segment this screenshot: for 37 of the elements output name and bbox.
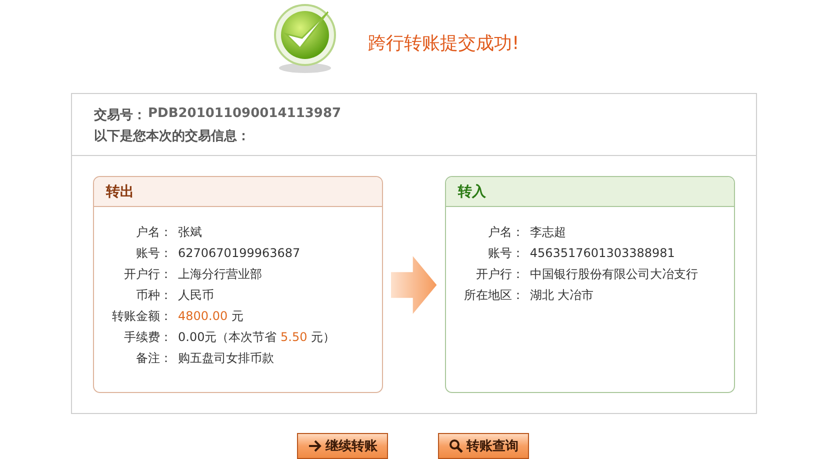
field-value: 上海分行营业部 (178, 267, 262, 281)
info-note: 以下是您本次的交易信息： (94, 128, 251, 145)
success-title: 跨行转账提交成功! (368, 32, 520, 55)
field-value: 元） (311, 330, 336, 344)
field-value: 0.00元（本次节省 (178, 330, 277, 344)
query-button[interactable]: 转账查询 (438, 433, 529, 459)
search-icon (448, 439, 462, 453)
field-value: 湖北 大冶市 (530, 288, 594, 302)
continue-button[interactable]: 继续转账 (297, 433, 388, 459)
field-label: 开户行： (123, 266, 172, 282)
field-value: 人民币 (178, 288, 214, 302)
field-label: 户名： (486, 224, 524, 240)
field-label: 户名： (135, 224, 172, 240)
field-value: 购五盘司女排币款 (178, 351, 274, 365)
field-label: 账号： (486, 245, 524, 261)
field-label: 账号： (135, 245, 172, 261)
amount-value: 4800.00 (178, 309, 228, 323)
field-label: 手续费： (123, 329, 172, 345)
right-arrow-icon (391, 256, 437, 314)
field-value: 中国银行股份有限公司大冶支行 (530, 267, 698, 281)
transaction-label: 交易号： (94, 106, 146, 124)
panel-title: 转入 (458, 182, 486, 200)
field-value: 张斌 (178, 225, 202, 239)
field-value: 李志超 (530, 225, 566, 239)
panel-title: 转出 (106, 182, 134, 200)
field-value: 元 (231, 309, 244, 323)
field-value: 6270670199963687 (178, 246, 300, 260)
field-value: 4563517601303388981 (530, 246, 675, 260)
field-label: 转账金额： (111, 308, 172, 324)
field-label: 所在地区： (462, 287, 524, 303)
field-label: 开户行： (474, 266, 524, 282)
field-label: 币种： (135, 287, 172, 303)
field-label: 备注： (135, 350, 172, 366)
arrow-icon (308, 440, 322, 452)
transaction-number: PDB201011090014113987 (148, 106, 342, 123)
checkmark-icon (272, 4, 338, 74)
amount-value: 5.50 (280, 330, 308, 344)
